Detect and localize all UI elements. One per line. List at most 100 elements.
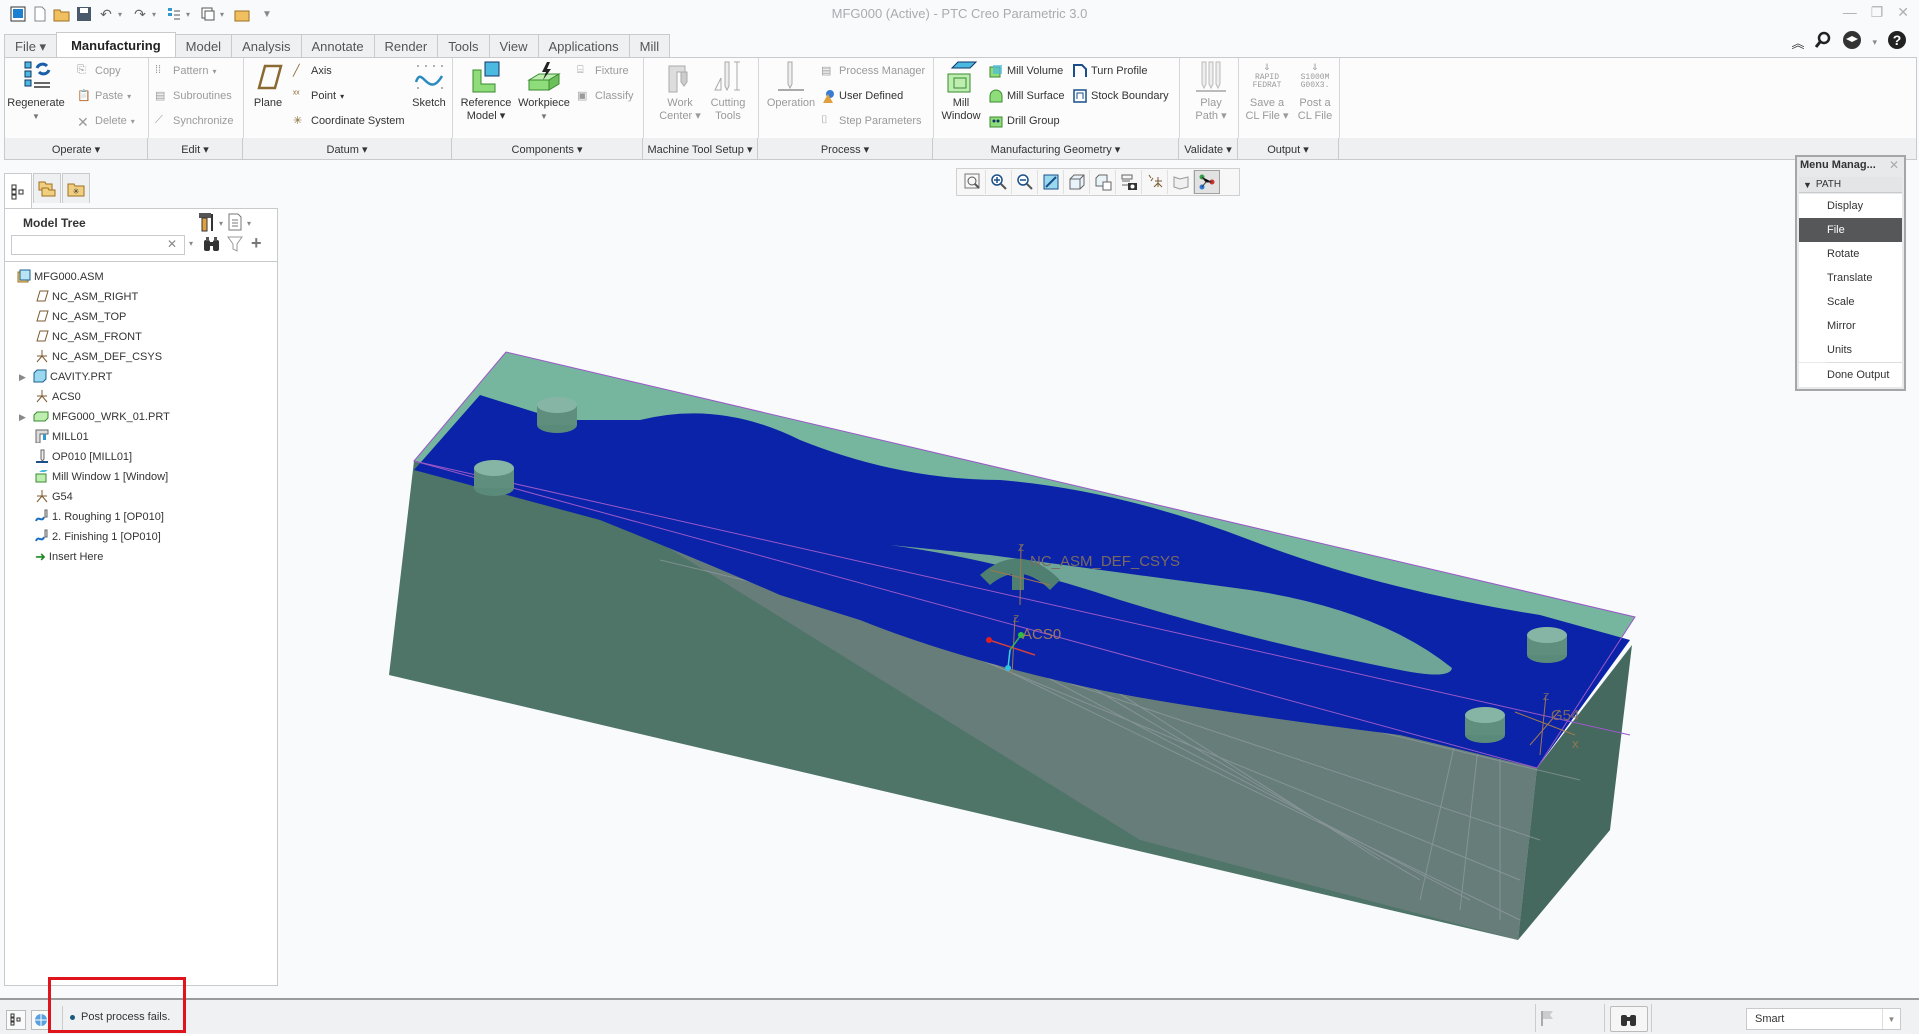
tab-render[interactable]: Render	[373, 34, 439, 58]
add-icon[interactable]: +	[251, 233, 262, 254]
help-icon[interactable]: ?	[1887, 30, 1907, 55]
tab-model[interactable]: Model	[174, 34, 233, 58]
clear-search-icon[interactable]: ✕	[167, 237, 177, 251]
tab-applications[interactable]: Applications	[537, 34, 630, 58]
point-button[interactable]: ˣˣ Point ▾	[293, 89, 344, 103]
menu-item-file[interactable]: File	[1799, 218, 1902, 242]
group-process[interactable]: Process ▾	[758, 138, 933, 160]
fixture-button[interactable]: ⌸ Fixture	[577, 64, 629, 78]
menu-item-mirror[interactable]: Mirror	[1799, 314, 1902, 338]
menu-item-rotate[interactable]: Rotate	[1799, 242, 1902, 266]
post-cl-file-button[interactable]: ⇓ S1000M G00X3. Post a CL File	[1291, 60, 1339, 123]
search-icon[interactable]	[1814, 31, 1832, 54]
regenerate-dropdown-icon[interactable]: ▼	[32, 110, 40, 123]
tab-tools[interactable]: Tools	[437, 34, 490, 58]
mill-surface-button[interactable]: Mill Surface	[989, 89, 1064, 103]
tree-settings-dropdown-icon[interactable]: ▾	[219, 219, 223, 228]
mill-volume-button[interactable]: Mill Volume	[989, 64, 1063, 78]
regenerate-button[interactable]: Regenerate ▼	[7, 60, 65, 123]
view-manager-button[interactable]	[1116, 170, 1142, 194]
collapse-ribbon-icon[interactable]: ︽	[1791, 33, 1804, 52]
paste-button[interactable]: 📋 Paste ▾	[77, 89, 131, 103]
expand-icon[interactable]: ▶	[19, 412, 29, 423]
group-edit[interactable]: Edit ▾	[148, 138, 243, 160]
process-manager-button[interactable]: ▤ Process Manager	[821, 64, 925, 78]
tree-item-mill01[interactable]: MILL01	[35, 427, 89, 447]
toggle-navigator-button[interactable]	[6, 1010, 26, 1030]
menu-section-path[interactable]: ▼ PATH	[1799, 177, 1902, 193]
spin-center-button[interactable]	[1168, 170, 1194, 194]
workpiece-dropdown-icon[interactable]: ▼	[540, 110, 548, 123]
refit-button[interactable]	[960, 170, 986, 194]
display-style-button[interactable]	[1064, 170, 1090, 194]
model-tree-tab[interactable]	[4, 173, 32, 209]
plane-button[interactable]: Plane	[249, 60, 287, 110]
close-icon[interactable]: ✕	[1897, 4, 1909, 21]
tree-item-roughing-1[interactable]: 1. Roughing 1 [OP010]	[35, 507, 164, 527]
repaint-button[interactable]	[1038, 170, 1064, 194]
play-path-button[interactable]: Play Path ▾	[1189, 60, 1233, 123]
operation-button[interactable]: Operation	[763, 60, 819, 110]
user-defined-button[interactable]: User Defined	[821, 89, 903, 103]
save-cl-file-button[interactable]: ⇓ RAPID FEDRAT Save a CL File ▾	[1243, 60, 1291, 123]
copy-button[interactable]: ⎘ Copy	[77, 64, 121, 78]
favorites-tab[interactable]: ✳	[62, 173, 90, 203]
saved-orientations-button[interactable]	[1090, 170, 1116, 194]
tree-item-nc-asm-front[interactable]: NC_ASM_FRONT	[35, 327, 142, 347]
tree-item-mfg000-wrk-01[interactable]: ▶ MFG000_WRK_01.PRT	[19, 407, 170, 427]
flag-icon[interactable]	[1540, 1010, 1554, 1029]
menu-item-translate[interactable]: Translate	[1799, 266, 1902, 290]
group-output[interactable]: Output ▾	[1238, 138, 1339, 160]
minimize-icon[interactable]: —	[1843, 4, 1857, 21]
tab-analysis[interactable]: Analysis	[231, 34, 302, 58]
group-manufacturing-geometry[interactable]: Manufacturing Geometry ▾	[933, 138, 1179, 160]
tree-item-acs0[interactable]: ACS0	[35, 387, 81, 407]
work-center-button[interactable]: Work Center ▾	[657, 60, 703, 123]
filter-dropdown-icon[interactable]: ▼	[1882, 1009, 1900, 1029]
stock-boundary-button[interactable]: Stock Boundary	[1073, 89, 1169, 103]
menu-item-display[interactable]: Display	[1799, 194, 1902, 218]
synchronize-button[interactable]: ⟋ Synchronize	[155, 114, 234, 128]
tree-item-nc-asm-right[interactable]: NC_ASM_RIGHT	[35, 287, 138, 307]
group-validate[interactable]: Validate ▾	[1179, 138, 1238, 160]
zoom-in-button[interactable]	[986, 170, 1012, 194]
tab-file[interactable]: File ▾	[4, 34, 58, 58]
cutting-tools-button[interactable]: Cutting Tools	[705, 60, 751, 123]
restore-icon[interactable]: ❐	[1871, 4, 1884, 21]
graphics-window[interactable]: NC_ASM_DEF_CSYS Z ACS0 Z G54 Z X	[280, 200, 1790, 990]
folder-browser-tab[interactable]	[33, 173, 61, 203]
pattern-button[interactable]: ⁞⁞ Pattern ▾	[155, 64, 216, 78]
tab-manufacturing[interactable]: Manufacturing	[56, 32, 176, 58]
reference-model-button[interactable]: Reference Model ▾	[457, 60, 515, 123]
classify-button[interactable]: ▣ Classify	[577, 89, 634, 103]
zoom-out-button[interactable]	[1012, 170, 1038, 194]
menu-item-done-output[interactable]: Done Output	[1799, 363, 1902, 387]
tree-search-input[interactable]	[11, 235, 185, 255]
workpiece-button[interactable]: Workpiece ▼	[515, 60, 573, 123]
find-icon[interactable]	[203, 236, 221, 255]
tree-item-nc-asm-top[interactable]: NC_ASM_TOP	[35, 307, 126, 327]
tree-item-insert-here[interactable]: ➜ Insert Here	[35, 547, 103, 567]
drill-group-button[interactable]: Drill Group	[989, 114, 1060, 128]
selection-filter-select[interactable]: Smart ▼	[1746, 1008, 1901, 1030]
tab-view[interactable]: View	[488, 34, 539, 58]
display-toolpath-button[interactable]	[1194, 170, 1220, 194]
coordinate-system-button[interactable]: ✳ Coordinate System	[293, 114, 405, 128]
show-columns-icon[interactable]	[227, 212, 243, 235]
tree-item-mfg000-asm[interactable]: MFG000.ASM	[17, 267, 104, 287]
mill-window-button[interactable]: Mill Window	[939, 60, 983, 123]
turn-profile-button[interactable]: Turn Profile	[1073, 64, 1147, 78]
learning-connector-icon[interactable]	[1842, 30, 1862, 55]
tree-item-finishing-1[interactable]: 2. Finishing 1 [OP010]	[35, 527, 161, 547]
menu-item-scale[interactable]: Scale	[1799, 290, 1902, 314]
delete-button[interactable]: ✕ Delete ▾	[77, 114, 135, 130]
group-components[interactable]: Components ▾	[452, 138, 643, 160]
step-parameters-button[interactable]: ⌷ Step Parameters	[821, 114, 922, 128]
tree-item-op010[interactable]: OP010 [MILL01]	[35, 447, 132, 467]
tree-item-cavity-prt[interactable]: ▶ CAVITY.PRT	[19, 367, 112, 387]
tree-item-nc-asm-def-csys[interactable]: NC_ASM_DEF_CSYS	[35, 347, 162, 367]
learning-dropdown-icon[interactable]: ▾	[1872, 37, 1877, 48]
search-dropdown-icon[interactable]: ▾	[189, 239, 193, 248]
show-dropdown-icon[interactable]: ▾	[247, 219, 251, 228]
find-button[interactable]	[1610, 1006, 1648, 1032]
